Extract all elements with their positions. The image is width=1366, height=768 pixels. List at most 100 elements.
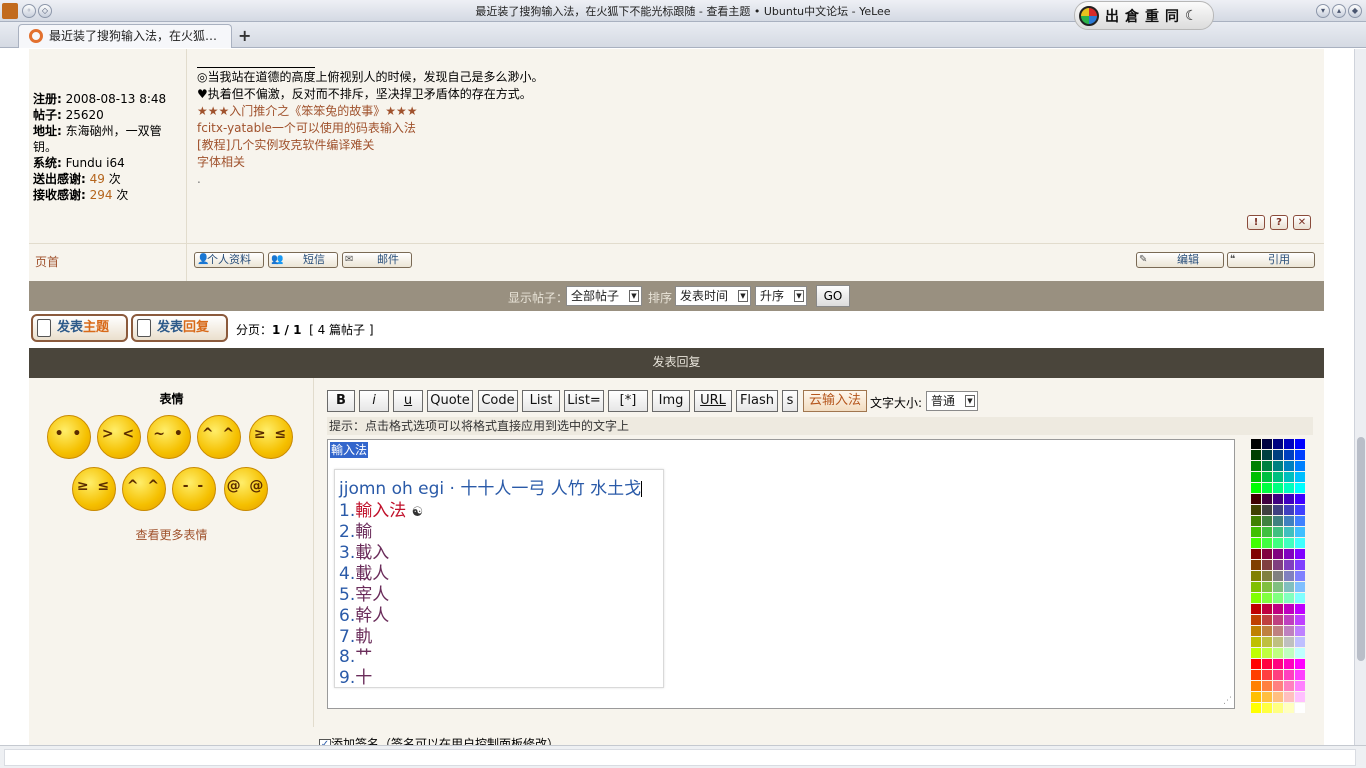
- color-swatch[interactable]: [1262, 527, 1272, 537]
- color-swatch[interactable]: [1251, 527, 1261, 537]
- color-swatch[interactable]: [1295, 637, 1305, 647]
- color-swatch[interactable]: [1295, 560, 1305, 570]
- color-swatch[interactable]: [1295, 571, 1305, 581]
- post-reply-button[interactable]: 发表回复: [131, 314, 228, 342]
- color-swatch[interactable]: [1251, 648, 1261, 658]
- color-swatch[interactable]: [1251, 494, 1261, 504]
- ime-candidate[interactable]: 9.十: [339, 663, 372, 688]
- color-swatch[interactable]: [1251, 615, 1261, 625]
- color-swatch[interactable]: [1262, 681, 1272, 691]
- color-swatch[interactable]: [1295, 505, 1305, 515]
- pm-button[interactable]: 👥 短信: [268, 252, 338, 268]
- color-swatch[interactable]: [1284, 538, 1294, 548]
- profile-button[interactable]: 👤 个人资料: [194, 252, 264, 268]
- color-swatch[interactable]: [1273, 494, 1283, 504]
- smile-emoticon-icon[interactable]: • •: [47, 415, 91, 459]
- color-swatch[interactable]: [1262, 549, 1272, 559]
- color-swatch[interactable]: [1251, 604, 1261, 614]
- dizzy-emoticon-icon[interactable]: @ @: [224, 467, 268, 511]
- color-swatch[interactable]: [1251, 439, 1261, 449]
- color-swatch[interactable]: [1295, 450, 1305, 460]
- color-swatch[interactable]: [1284, 461, 1294, 471]
- color-swatch[interactable]: [1284, 439, 1294, 449]
- color-swatch[interactable]: [1284, 483, 1294, 493]
- signature-link[interactable]: 字体相关: [197, 154, 543, 171]
- color-swatch[interactable]: [1251, 637, 1261, 647]
- color-swatch[interactable]: [1251, 703, 1261, 713]
- color-swatch[interactable]: [1273, 703, 1283, 713]
- color-swatch[interactable]: [1284, 659, 1294, 669]
- color-swatch[interactable]: [1295, 670, 1305, 680]
- color-swatch[interactable]: [1284, 571, 1294, 581]
- strike-button[interactable]: s: [782, 390, 798, 412]
- color-swatch[interactable]: [1251, 571, 1261, 581]
- bold-button[interactable]: B: [327, 390, 355, 412]
- thumbs-up-emoticon-icon[interactable]: - -: [172, 467, 216, 511]
- color-swatch[interactable]: [1284, 626, 1294, 636]
- color-swatch[interactable]: [1273, 571, 1283, 581]
- color-swatch[interactable]: [1295, 615, 1305, 625]
- close-icon[interactable]: ◆: [1348, 4, 1362, 18]
- go-button[interactable]: GO: [816, 285, 850, 307]
- show-posts-select[interactable]: 全部帖子 ▼: [566, 286, 642, 306]
- underline-button[interactable]: u: [393, 390, 423, 412]
- color-swatch[interactable]: [1295, 527, 1305, 537]
- color-swatch[interactable]: [1295, 549, 1305, 559]
- font-size-select[interactable]: 普通 ▼: [926, 391, 978, 411]
- color-swatch[interactable]: [1273, 582, 1283, 592]
- sort-order-select[interactable]: 升序 ▼: [755, 286, 807, 306]
- color-swatch[interactable]: [1295, 692, 1305, 702]
- color-swatch[interactable]: [1284, 703, 1294, 713]
- vertical-scrollbar[interactable]: [1354, 49, 1366, 745]
- color-swatch[interactable]: [1284, 505, 1294, 515]
- color-swatch[interactable]: [1251, 450, 1261, 460]
- new-topic-button[interactable]: 发表主题: [31, 314, 128, 342]
- color-swatch[interactable]: [1262, 659, 1272, 669]
- laugh-emoticon-icon[interactable]: ≥ ≤: [249, 415, 293, 459]
- color-swatch[interactable]: [1262, 571, 1272, 581]
- color-swatch[interactable]: [1273, 472, 1283, 482]
- color-swatch[interactable]: [1295, 582, 1305, 592]
- ime-key-3[interactable]: 重: [1145, 6, 1159, 26]
- color-swatch[interactable]: [1251, 593, 1261, 603]
- color-swatch[interactable]: [1262, 439, 1272, 449]
- color-swatch[interactable]: [1262, 450, 1272, 460]
- color-swatch[interactable]: [1284, 494, 1294, 504]
- resize-grip-icon[interactable]: ⋰: [1223, 696, 1232, 706]
- info-icon[interactable]: ?: [1270, 215, 1288, 230]
- color-swatch[interactable]: [1273, 615, 1283, 625]
- color-swatch[interactable]: [1273, 483, 1283, 493]
- color-swatch[interactable]: [1273, 648, 1283, 658]
- color-swatch[interactable]: [1295, 604, 1305, 614]
- color-swatch[interactable]: [1273, 538, 1283, 548]
- color-swatch[interactable]: [1284, 516, 1294, 526]
- color-swatch[interactable]: [1295, 494, 1305, 504]
- giggle-emoticon-icon[interactable]: ^ ^: [197, 415, 241, 459]
- color-swatch[interactable]: [1262, 670, 1272, 680]
- top-link[interactable]: 页首: [35, 253, 59, 270]
- email-button[interactable]: ✉ 邮件: [342, 252, 412, 268]
- color-swatch[interactable]: [1295, 483, 1305, 493]
- color-swatch[interactable]: [1295, 703, 1305, 713]
- color-swatch[interactable]: [1284, 593, 1294, 603]
- color-swatch[interactable]: [1284, 615, 1294, 625]
- color-swatch[interactable]: [1251, 505, 1261, 515]
- tab-active[interactable]: 最近装了搜狗输入法，在火狐…: [18, 24, 232, 48]
- color-swatch[interactable]: [1273, 516, 1283, 526]
- color-swatch[interactable]: [1251, 560, 1261, 570]
- italic-button[interactable]: i: [359, 390, 389, 412]
- color-swatch[interactable]: [1251, 538, 1261, 548]
- color-swatch[interactable]: [1262, 472, 1272, 482]
- img-tag-button[interactable]: Img: [652, 390, 690, 412]
- list-item-button[interactable]: [*]: [608, 390, 648, 412]
- quote-tag-button[interactable]: Quote: [427, 390, 473, 412]
- wink-emoticon-icon[interactable]: ~ •: [147, 415, 191, 459]
- color-swatch[interactable]: [1262, 516, 1272, 526]
- color-swatch[interactable]: [1295, 439, 1305, 449]
- code-tag-button[interactable]: Code: [478, 390, 518, 412]
- color-swatch[interactable]: [1284, 527, 1294, 537]
- thanks-received-count[interactable]: 294: [90, 188, 113, 202]
- thanks-sent-count[interactable]: 49: [90, 172, 105, 186]
- color-swatch[interactable]: [1284, 472, 1294, 482]
- color-swatch[interactable]: [1284, 681, 1294, 691]
